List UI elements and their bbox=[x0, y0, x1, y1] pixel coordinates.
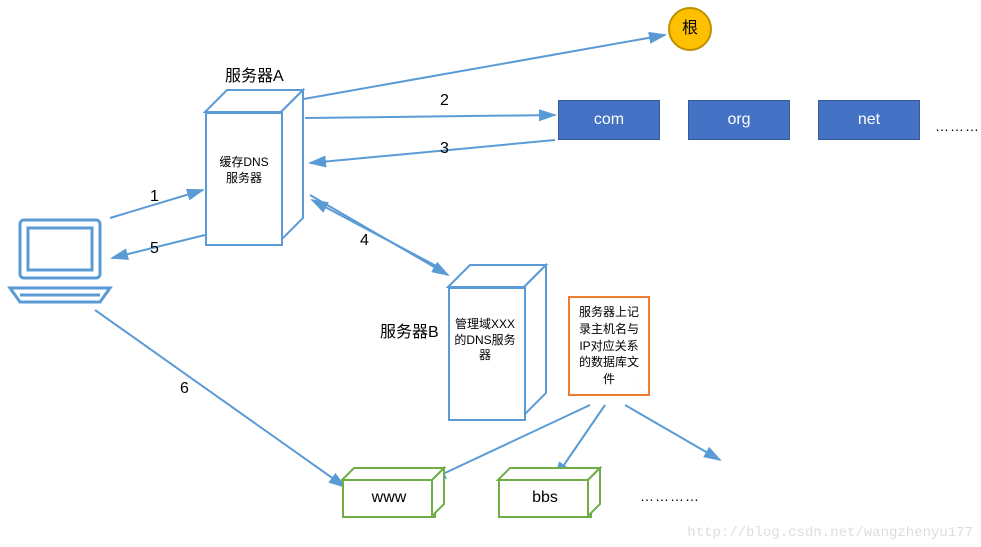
server-a-desc: 缓存DNS 服务器 bbox=[209, 155, 279, 186]
server-a: 缓存DNS 服务器 bbox=[205, 90, 305, 250]
server-b-title: 服务器B bbox=[380, 318, 439, 342]
host-www: www bbox=[342, 478, 436, 518]
edge-5: 5 bbox=[150, 240, 159, 258]
tld-net-label: net bbox=[858, 111, 880, 128]
edge-6: 6 bbox=[180, 380, 189, 398]
tld-com-label: com bbox=[594, 111, 624, 128]
watermark: http://blog.csdn.net/wangzhenyu177 bbox=[687, 525, 973, 541]
server-a-title: 服务器A bbox=[225, 62, 284, 86]
edge-4: 4 bbox=[360, 232, 369, 250]
tld-com: com bbox=[558, 100, 660, 140]
host-bbs-label: bbs bbox=[532, 489, 558, 506]
edge-3: 3 bbox=[440, 140, 449, 158]
host-more: ………… bbox=[640, 488, 700, 504]
server-b-desc-text: 管理域XXX的DNS服务器 bbox=[454, 317, 515, 362]
tld-org: org bbox=[688, 100, 790, 140]
server-a-desc-text: 缓存DNS 服务器 bbox=[219, 155, 268, 185]
root-node: 根 bbox=[668, 7, 712, 51]
edge-1: 1 bbox=[150, 188, 159, 206]
tld-net: net bbox=[818, 100, 920, 140]
server-b-desc: 管理域XXX的DNS服务器 bbox=[452, 317, 518, 364]
host-bbs: bbs bbox=[498, 478, 592, 518]
edge-2: 2 bbox=[440, 92, 449, 110]
root-label: 根 bbox=[682, 20, 698, 37]
db-note: 服务器上记录主机名与IP对应关系的数据库文件 bbox=[568, 296, 650, 396]
client-laptop bbox=[10, 220, 110, 302]
tld-more: ………… bbox=[935, 118, 981, 134]
db-note-text: 服务器上记录主机名与IP对应关系的数据库文件 bbox=[579, 305, 639, 386]
server-b: 管理域XXX的DNS服务器 bbox=[448, 265, 548, 425]
host-www-label: www bbox=[372, 489, 407, 506]
tld-org-label: org bbox=[727, 111, 750, 128]
